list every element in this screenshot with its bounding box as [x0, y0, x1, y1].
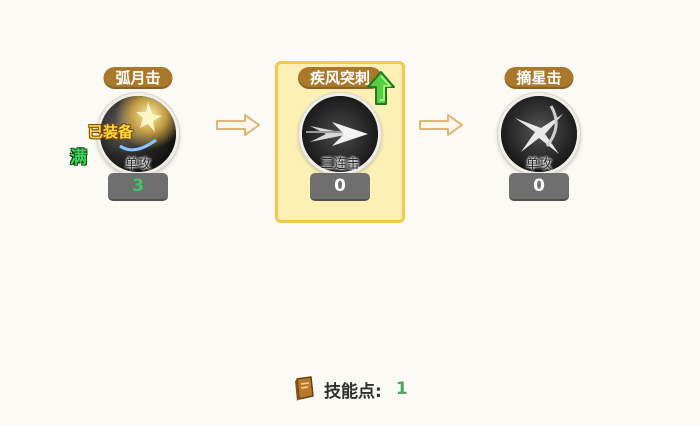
skill-points-display: 技能点: 1 — [292, 374, 408, 404]
equipped-label: 已装备 — [88, 123, 134, 141]
max-level-label: 满 — [70, 148, 87, 168]
skill-type-label: 三连击 — [320, 157, 360, 172]
skill-points-value: 1 — [395, 379, 408, 399]
skill-level-box: 0 — [310, 173, 370, 201]
green-up-arrow-icon[interactable] — [366, 70, 396, 106]
arrow-right-icon — [419, 114, 463, 136]
skill-type-label: 单攻 — [525, 157, 552, 172]
skill-points-label: 技能点: — [324, 381, 382, 402]
arrow-right-icon — [216, 114, 260, 136]
skill-name-plate: 摘星击 — [504, 67, 574, 89]
skill-book-icon — [295, 376, 314, 401]
skill-name-plate: 弧月击 — [103, 67, 173, 89]
skill-node-crescent[interactable]: 弧月击 已装备 满 单攻 3 — [70, 67, 198, 207]
skill-node-star-pluck[interactable]: 摘星击 单攻 0 — [479, 67, 599, 207]
skill-level-box: 0 — [509, 173, 569, 201]
skill-tree-panel: 弧月击 已装备 满 单攻 3 疾风突刺 三连击 0 摘星击 单攻 0 技能点: … — [0, 0, 700, 425]
skill-level-box: 3 — [108, 173, 168, 201]
skill-type-label: 单攻 — [124, 157, 151, 172]
